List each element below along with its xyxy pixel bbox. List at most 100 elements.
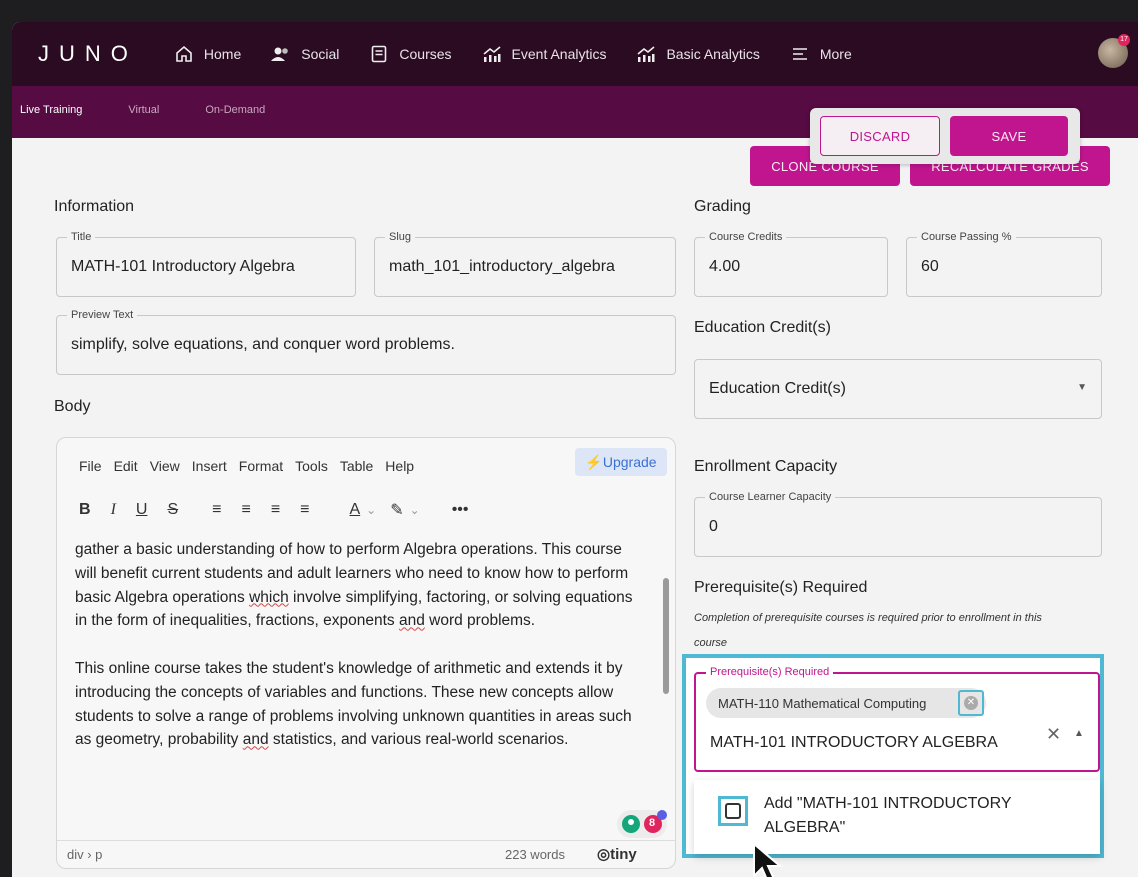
tab-virtual[interactable]: Virtual (128, 104, 159, 116)
course-passing-value: 60 (921, 258, 939, 275)
nav-more[interactable]: More (790, 45, 852, 63)
editor-toolbar: B I U S ≡ ≡ ≡ ≡ A ⌄ ✎ ⌄ ••• (79, 500, 489, 520)
people-icon (271, 45, 291, 63)
chevron-up-icon[interactable]: ▲ (1074, 728, 1084, 739)
juno-logo[interactable]: JUNO (38, 41, 138, 67)
nav-event-analytics[interactable]: Event Analytics (482, 45, 607, 63)
preview-text-value: simplify, solve equations, and conquer w… (71, 336, 455, 353)
save-bar: DISCARD SAVE (810, 108, 1080, 164)
strikethrough-button[interactable]: S (167, 501, 178, 519)
prerequisites-note: Completion of prerequisite courses is re… (694, 612, 1042, 649)
close-icon: ✕ (964, 696, 978, 710)
menu-file[interactable]: File (79, 458, 102, 474)
menu-tools[interactable]: Tools (295, 458, 328, 474)
title-value: MATH-101 Introductory Algebra (71, 258, 295, 275)
grading-heading: Grading (694, 198, 751, 215)
clear-icon[interactable]: ✕ (1046, 724, 1061, 745)
nav-basic-analytics[interactable]: Basic Analytics (636, 45, 760, 63)
editor-paragraph: gather a basic understanding of how to p… (75, 541, 633, 630)
menu-format[interactable]: Format (239, 458, 283, 474)
tab-live-training[interactable]: Live Training (20, 104, 82, 116)
slug-value: math_101_introductory_algebra (389, 258, 615, 275)
home-icon (174, 45, 194, 63)
prerequisites-search-input[interactable]: MATH-101 INTRODUCTORY ALGEBRA (710, 734, 998, 752)
preview-text-label: Preview Text (67, 309, 138, 321)
remove-chip-button[interactable]: ✕ (958, 690, 984, 716)
course-credits-field[interactable]: Course Credits 4.00 (694, 231, 888, 297)
slug-label: Slug (385, 231, 416, 243)
title-field[interactable]: Title MATH-101 Introductory Algebra (56, 231, 356, 297)
learner-capacity-label: Course Learner Capacity (705, 491, 836, 503)
checkbox-icon (725, 803, 741, 819)
element-path[interactable]: div › p (67, 847, 102, 862)
slug-field[interactable]: Slug math_101_introductory_algebra (374, 231, 676, 297)
nav-social-label: Social (301, 46, 340, 62)
menu-help[interactable]: Help (385, 458, 414, 474)
prerequisites-field[interactable]: Prerequisite(s) Required MATH-110 Mathem… (694, 666, 1100, 772)
chart-icon (636, 45, 656, 63)
learner-capacity-value: 0 (709, 518, 718, 535)
nav-event-analytics-label: Event Analytics (511, 46, 607, 62)
education-credits-heading: Education Credit(s) (694, 319, 831, 336)
upgrade-button[interactable]: ⚡Upgrade (575, 448, 667, 476)
menu-table[interactable]: Table (340, 458, 373, 474)
education-credits-value: Education Credit(s) (709, 380, 846, 397)
editor-content[interactable]: gather a basic understanding of how to p… (75, 538, 645, 776)
menu-view[interactable]: View (150, 458, 180, 474)
menu-edit[interactable]: Edit (114, 458, 138, 474)
book-icon (369, 45, 389, 63)
align-right-button[interactable]: ≡ (271, 501, 280, 519)
nav-courses[interactable]: Courses (369, 45, 452, 63)
nav-home-label: Home (203, 46, 242, 62)
save-button[interactable]: SAVE (950, 116, 1068, 156)
course-credits-label: Course Credits (705, 231, 787, 243)
editor-scrollbar[interactable] (663, 578, 669, 694)
align-justify-button[interactable]: ≡ (300, 501, 309, 519)
bold-button[interactable]: B (79, 501, 91, 519)
learner-capacity-field[interactable]: Course Learner Capacity 0 (694, 491, 1102, 557)
title-label: Title (67, 231, 96, 243)
highlight-button[interactable]: ✎ (390, 500, 403, 520)
nav-more-label: More (819, 46, 852, 62)
grammarly-widget[interactable]: 8 (617, 810, 667, 838)
align-left-button[interactable]: ≡ (212, 501, 221, 519)
course-passing-field[interactable]: Course Passing % 60 (906, 231, 1102, 297)
chevron-down-icon[interactable]: ⌄ (410, 503, 420, 517)
nav-basic-analytics-label: Basic Analytics (666, 46, 760, 62)
add-option-checkbox[interactable] (718, 796, 748, 826)
editor-paragraph: This online course takes the student's k… (75, 659, 632, 749)
preview-text-field[interactable]: Preview Text simplify, solve equations, … (56, 309, 676, 375)
nav-social[interactable]: Social (271, 45, 339, 63)
tab-on-demand[interactable]: On-Demand (205, 104, 265, 116)
underline-button[interactable]: U (136, 501, 148, 519)
prerequisites-heading: Prerequisite(s) Required (694, 579, 868, 596)
tiny-logo[interactable]: ◎tiny (597, 845, 637, 863)
rich-text-editor[interactable]: File Edit View Insert Format Tools Table… (56, 437, 676, 869)
enrollment-capacity-heading: Enrollment Capacity (694, 458, 838, 475)
align-center-button[interactable]: ≡ (241, 501, 250, 519)
editor-statusbar: div › p 223 words ◎tiny (57, 840, 675, 868)
menu-icon (790, 45, 810, 63)
body-heading: Body (54, 398, 91, 415)
prerequisite-chip[interactable]: MATH-110 Mathematical Computing ✕ (706, 688, 986, 718)
nav-home[interactable]: Home (174, 45, 241, 63)
menu-insert[interactable]: Insert (192, 458, 227, 474)
dropdown-arrow-icon: ▼ (1077, 382, 1087, 393)
notification-badge: 17 (1118, 34, 1130, 46)
chart-icon (482, 45, 502, 63)
nav-courses-label: Courses (399, 46, 452, 62)
app-window: JUNO Home Social Courses Event Analytics (12, 22, 1138, 877)
course-passing-label: Course Passing % (917, 231, 1016, 243)
top-navigation: JUNO Home Social Courses Event Analytics (12, 22, 1138, 86)
education-credits-select[interactable]: Education Credit(s) ▼ (694, 359, 1102, 419)
editor-menubar: File Edit View Insert Format Tools Table… (79, 458, 426, 474)
prerequisites-dropdown: Prerequisite(s) Required MATH-110 Mathem… (682, 654, 1104, 858)
text-color-button[interactable]: A (350, 501, 361, 519)
italic-button[interactable]: I (111, 501, 116, 519)
prerequisite-chip-label: MATH-110 Mathematical Computing (718, 695, 927, 711)
prerequisites-field-label: Prerequisite(s) Required (706, 666, 834, 678)
more-options-button[interactable]: ••• (452, 501, 469, 519)
chevron-down-icon[interactable]: ⌄ (366, 503, 376, 517)
discard-button[interactable]: DISCARD (820, 116, 940, 156)
word-count[interactable]: 223 words (505, 847, 565, 862)
